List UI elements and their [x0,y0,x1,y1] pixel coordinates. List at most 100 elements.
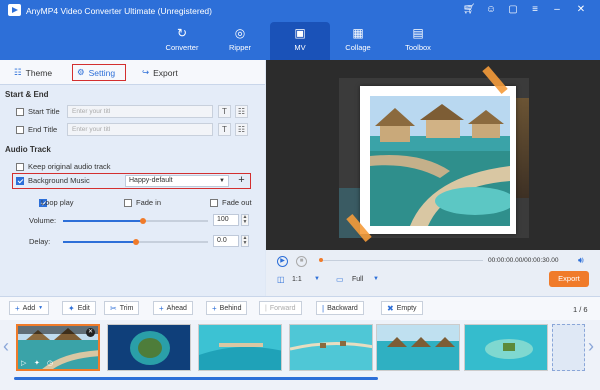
forward-button[interactable]: | Forward [259,301,302,315]
delay-stepper[interactable]: ▲ ▼ [241,235,249,247]
forward-label: Forward [269,304,296,312]
timeline-scrollbar[interactable] [14,377,378,380]
monitor-icon: ▭ [336,275,344,284]
clip-4-image [290,325,372,370]
clip-thumbnail[interactable]: ✕ ▷ ✦ ◷ [16,324,100,371]
end-title-text-button[interactable]: T [218,123,231,136]
backward-icon: | [322,303,325,313]
volume-slider-knob[interactable] [140,218,146,224]
clip-thumbnail[interactable] [289,324,373,371]
delay-slider-knob[interactable] [133,239,139,245]
tab-theme[interactable]: ☷ Theme [10,64,56,81]
trash-icon: ✖ [387,303,394,313]
delay-input[interactable]: 0.0 [213,235,239,247]
clip-play-icon[interactable]: ▷ [21,359,26,367]
nav-mv[interactable]: ▣ MV [270,22,330,60]
end-title-font-button[interactable]: ☷ [235,123,248,136]
converter-icon: ↻ [176,26,188,40]
background-music-checkbox[interactable] [16,177,24,185]
tab-setting-label: Setting [88,67,116,78]
time-display: 00:00:00.00/00:00:30.00 [488,257,559,264]
clip-3-image [199,325,281,370]
ahead-button[interactable]: + Ahead [153,301,193,315]
edit-button[interactable]: ✦ Edit [62,301,96,315]
tab-export-label: Export [153,67,178,78]
nav-collage[interactable]: ▦ Collage [328,22,388,60]
scroll-right-icon[interactable]: › [588,336,594,357]
clip-2-image [108,325,190,370]
nav-ripper[interactable]: ◎ Ripper [210,22,270,60]
ripper-icon: ◎ [234,26,246,40]
volume-input[interactable]: 100 [213,214,239,226]
nav-mv-label: MV [294,43,306,52]
nav-converter[interactable]: ↻ Converter [152,22,212,60]
delay-slider-fill [63,241,136,243]
background-music-label: Background Music [28,176,90,185]
clip-duration-icon[interactable]: ◷ [47,359,53,367]
add-button[interactable]: + Add ▼ [9,301,50,315]
minimize-icon[interactable]: – [550,4,564,15]
app-logo-icon [8,4,21,16]
export-button[interactable]: Export [549,271,589,287]
nav-ripper-label: Ripper [228,43,252,52]
stop-icon[interactable]: ■ [296,256,307,267]
preview-photo [370,96,510,226]
collage-icon: ▦ [352,26,364,40]
edit-label: Edit [77,304,90,312]
close-icon[interactable]: ✕ [574,4,588,15]
tab-setting[interactable]: ⚙ Setting [72,64,126,81]
audio-track-heading: Audio Track [5,145,51,154]
toolbox-icon: ▤ [412,26,424,40]
fade-in-checkbox[interactable] [124,199,132,207]
start-title-text-button[interactable]: T [218,105,231,118]
behind-label: Behind [219,304,242,312]
user-icon[interactable]: ☺ [484,4,498,15]
clip-thumbnail[interactable] [198,324,282,371]
ahead-label: Ahead [166,304,187,312]
tab-export[interactable]: ↪ Export [138,64,182,81]
mv-icon: ▣ [294,26,306,40]
aspect-ratio-value[interactable]: 1:1 [292,276,302,283]
ahead-icon: + [159,303,164,313]
clip-effect-icon[interactable]: ✦ [34,359,40,367]
backward-button[interactable]: | Backward [316,301,364,315]
fade-out-label: Fade out [222,198,252,207]
volume-icon[interactable]: 🔊︎ [578,255,584,266]
nav-collage-label: Collage [345,43,371,52]
theme-icon: ☷ [14,67,22,77]
remove-clip-icon[interactable]: ✕ [86,328,95,337]
background-music-select[interactable]: Happy-default ▼ [125,175,229,187]
empty-clip-slot[interactable] [552,324,585,371]
scroll-left-icon[interactable]: ‹ [3,336,9,357]
clip-thumbnail[interactable] [464,324,548,371]
start-title-input[interactable]: Enter your titl [67,105,213,118]
display-mode-value[interactable]: Full [352,276,363,283]
export-icon: ↪ [142,67,150,77]
end-title-checkbox[interactable] [16,126,24,134]
add-music-button[interactable]: + [235,175,248,187]
clip-thumbnail[interactable] [107,324,191,371]
edit-icon: ✦ [68,303,75,313]
display-mode-chevron-icon[interactable]: ▼ [373,276,379,282]
volume-stepper[interactable]: ▲ ▼ [241,214,249,226]
behind-button[interactable]: + Behind [206,301,248,315]
menu-icon[interactable]: ≡ [528,4,542,15]
play-icon[interactable]: ▶ [277,256,288,267]
fade-out-checkbox[interactable] [210,199,218,207]
chat-icon[interactable]: ▢ [506,4,520,15]
clip-thumbnail[interactable] [376,324,460,371]
end-title-input[interactable]: Enter your titl [67,123,213,136]
start-title-checkbox[interactable] [16,108,24,116]
resort-photo-image [370,96,510,226]
nav-toolbox-label: Toolbox [405,43,431,52]
trim-button[interactable]: ✂ Trim [104,301,140,315]
add-label: Add [22,304,36,312]
backward-label: Backward [327,304,358,312]
cart-icon[interactable]: 🛒︎ [462,4,476,15]
start-title-font-button[interactable]: ☷ [235,105,248,118]
empty-button[interactable]: ✖ Empty [381,301,423,315]
nav-toolbox[interactable]: ▤ Toolbox [388,22,448,60]
aspect-ratio-chevron-icon[interactable]: ▼ [314,276,320,282]
keep-original-checkbox[interactable] [16,163,24,171]
progress-track[interactable] [323,260,483,261]
